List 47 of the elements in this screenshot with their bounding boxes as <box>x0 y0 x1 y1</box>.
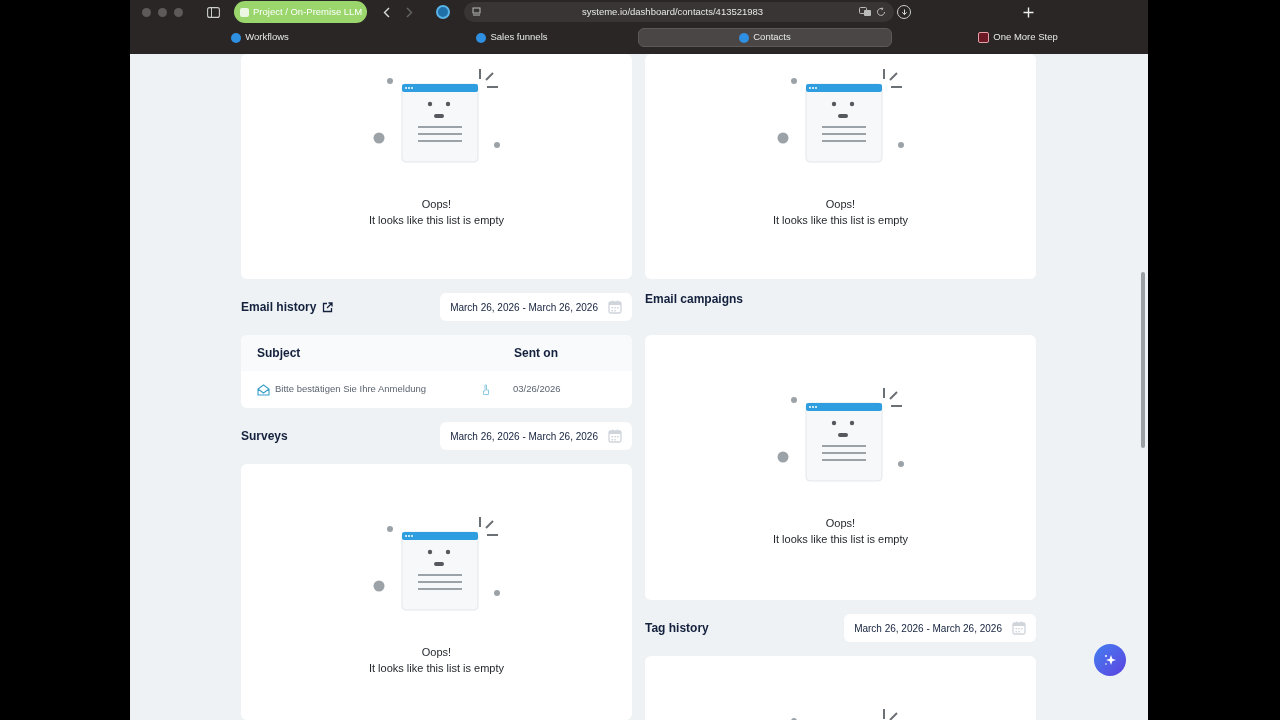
password-manager-icon[interactable] <box>436 5 450 19</box>
browser-tab[interactable]: One More Step <box>892 28 1144 47</box>
site-logo-icon <box>978 32 990 43</box>
translate-icon[interactable] <box>859 7 872 17</box>
empty-message: It looks like this list is empty <box>772 532 909 547</box>
s-logo-icon <box>476 32 487 43</box>
empty-heading: Oops! <box>825 197 856 212</box>
new-tab-icon[interactable] <box>1023 6 1034 18</box>
browser-tab[interactable]: Sales funnels <box>386 28 638 47</box>
back-icon[interactable] <box>383 6 390 18</box>
address-bar[interactable]: systeme.io/dashboard/contacts/413521983 <box>464 2 894 22</box>
calendar-icon <box>608 300 622 314</box>
column-header: Subject <box>257 345 302 362</box>
sidebar-icon[interactable] <box>207 6 220 18</box>
browser-tab[interactable]: Contacts <box>638 28 892 47</box>
empty-message: It looks like this list is empty <box>368 213 505 228</box>
calendar-icon <box>1012 621 1026 635</box>
section-title: Email campaigns <box>645 291 744 308</box>
email-subject[interactable]: Bitte bestätigen Sie Ihre Anmeldung <box>275 382 482 397</box>
ai-assistant-button[interactable] <box>1094 644 1126 676</box>
sent-date: 03/26/2026 <box>513 382 561 397</box>
reload-icon[interactable] <box>876 7 886 17</box>
date-range-picker[interactable]: March 26, 2026 - March 26, 2026 <box>440 422 632 450</box>
page-icon <box>472 7 481 17</box>
scrollbar-thumb[interactable] <box>1141 272 1145 448</box>
forward-icon[interactable] <box>406 6 413 18</box>
section-title: Tag history <box>645 620 709 637</box>
date-range-picker[interactable]: March 26, 2026 - March 26, 2026 <box>440 293 632 321</box>
empty-heading: Oops! <box>421 197 452 212</box>
date-range-picker[interactable]: March 26, 2026 - March 26, 2026 <box>844 614 1036 642</box>
envelope-icon <box>257 383 270 396</box>
empty-message: It looks like this list is empty <box>368 661 505 676</box>
pointer-icon <box>482 383 490 396</box>
url-text: systeme.io/dashboard/contacts/413521983 <box>582 4 764 19</box>
column-header: Sent on <box>514 345 558 362</box>
s-logo-icon <box>231 32 242 43</box>
calendar-icon <box>608 429 622 443</box>
folder-icon <box>240 7 249 17</box>
external-link-icon[interactable] <box>322 301 334 313</box>
browser-tab[interactable]: Workflows <box>134 28 386 47</box>
section-title: Surveys <box>241 428 288 445</box>
empty-heading: Oops! <box>421 645 452 660</box>
section-title: Email history <box>241 299 317 316</box>
s-logo-icon <box>739 32 750 43</box>
empty-message: It looks like this list is empty <box>772 213 909 228</box>
empty-heading: Oops! <box>825 516 856 531</box>
sparkle-icon <box>1103 653 1117 667</box>
